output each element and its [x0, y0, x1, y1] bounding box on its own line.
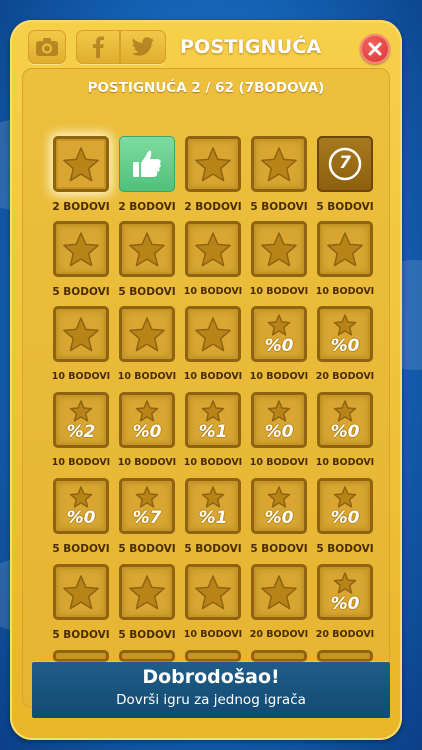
achievement-tile[interactable]: %0 [251, 392, 307, 448]
achievement-tile[interactable] [53, 306, 109, 362]
achievement-tile[interactable]: %2 [53, 392, 109, 448]
achievement-tile[interactable] [119, 564, 175, 620]
achievement-tile[interactable]: %7 [119, 478, 175, 534]
achievement-tile[interactable] [185, 564, 241, 620]
achievement-tile[interactable] [53, 136, 109, 192]
achievement-points-label: 5 BODOVI [118, 629, 176, 641]
achievement-tile[interactable] [185, 221, 241, 277]
achievement-progress: %0 [264, 336, 294, 356]
achievement-progress: %1 [198, 422, 228, 442]
thumbs-up-icon [133, 150, 161, 177]
achievement-progress: %7 [132, 508, 162, 528]
achievement-tile[interactable] [251, 221, 307, 277]
achievement-points-label: 5 BODOVI [316, 543, 374, 555]
achievement-tile[interactable] [251, 564, 307, 620]
achievement-points-label: 5 BODOVI [52, 629, 110, 641]
achievement-tile[interactable]: %1 [185, 392, 241, 448]
star-icon [195, 317, 231, 352]
star-icon [63, 147, 99, 182]
achievement-tile-partial[interactable] [53, 650, 109, 662]
achievement-progress: %0 [330, 336, 360, 356]
achievement-points-label: 10 BODOVI [117, 457, 177, 468]
achievement-progress: %0 [330, 422, 360, 442]
achievement-points-label: 10 BODOVI [183, 457, 243, 468]
achievement-tile[interactable]: %0 [53, 478, 109, 534]
achievement-points-label: 20 BODOVI [315, 371, 375, 382]
achievement-points-label: 5 BODOVI [316, 201, 374, 213]
achievement-progress: %0 [330, 594, 360, 614]
achievement-glyph: 7 [339, 153, 351, 173]
achievement-tile[interactable] [251, 136, 307, 192]
star-icon [129, 317, 165, 352]
achievement-tile[interactable] [119, 221, 175, 277]
star-icon [261, 232, 297, 267]
star-icon [63, 232, 99, 267]
achievement-points-label: 10 BODOVI [51, 371, 111, 382]
banner-subtitle: Dovrši igru za jednog igrača [116, 692, 306, 708]
achievement-points-label: 2 BODOVI [184, 201, 242, 213]
achievement-tile-partial[interactable] [119, 650, 175, 662]
achievement-tile[interactable]: %0 [251, 306, 307, 362]
achievement-tile[interactable] [185, 306, 241, 362]
achievement-progress: %2 [66, 422, 96, 442]
star-icon [195, 575, 231, 610]
achievement-points-label: 10 BODOVI [117, 371, 177, 382]
achievement-points-label: 10 BODOVI [183, 286, 243, 297]
achievement-points-label: 5 BODOVI [250, 201, 308, 213]
achievement-points-label: 10 BODOVI [183, 371, 243, 382]
star-icon [261, 147, 297, 182]
achievement-tile[interactable]: %0 [317, 392, 373, 448]
achievement-tile[interactable] [317, 221, 373, 277]
achievement-points-label: 5 BODOVI [118, 286, 176, 298]
achievement-points-label: 5 BODOVI [52, 286, 110, 298]
achievement-points-label: 10 BODOVI [315, 286, 375, 297]
achievement-points-label: 20 BODOVI [249, 629, 309, 640]
achievement-progress: %0 [132, 422, 162, 442]
banner-title: Dobrodošao! [142, 666, 280, 688]
star-icon [261, 575, 297, 610]
achievement-progress: %0 [264, 422, 294, 442]
achievement-tile[interactable]: %1 [185, 478, 241, 534]
achievement-tile-partial[interactable] [251, 650, 307, 662]
achievements-grid: 2 BODOVI 2 BODOVI 2 BODOVI 5 BODOVI 7 5 BODOV… [0, 0, 422, 750]
achievement-points-label: 2 BODOVI [52, 201, 110, 213]
achievement-points-label: 10 BODOVI [315, 457, 375, 468]
achievement-progress: %1 [198, 508, 228, 528]
achievement-points-label: 10 BODOVI [249, 457, 309, 468]
achievement-tile-partial[interactable] [185, 650, 241, 662]
achievement-points-label: 10 BODOVI [249, 371, 309, 382]
achievement-tile[interactable]: %0 [317, 564, 373, 620]
achievement-points-label: 10 BODOVI [51, 457, 111, 468]
achievement-points-label: 5 BODOVI [184, 543, 242, 555]
achievement-tile[interactable]: %0 [317, 478, 373, 534]
star-icon [129, 575, 165, 610]
achievement-progress: %0 [264, 508, 294, 528]
achievement-progress: %0 [330, 508, 360, 528]
achievement-tile-partial[interactable] [317, 650, 373, 662]
achievement-points-label: 5 BODOVI [250, 543, 308, 555]
achievement-tile[interactable] [53, 221, 109, 277]
achievement-tile[interactable]: %0 [317, 306, 373, 362]
achievement-tile[interactable] [53, 564, 109, 620]
star-icon [129, 232, 165, 267]
achievement-tile[interactable] [119, 306, 175, 362]
achievement-tile[interactable]: 7 [317, 136, 373, 192]
achievement-points-label: 20 BODOVI [315, 629, 375, 640]
star-icon [195, 232, 231, 267]
notification-banner[interactable]: Dobrodošao! Dovrši igru za jednog igrača [32, 662, 390, 718]
achievement-tile[interactable] [119, 136, 175, 192]
achievement-points-label: 10 BODOVI [249, 286, 309, 297]
achievement-progress: %0 [66, 508, 96, 528]
achievement-points-label: 5 BODOVI [52, 543, 110, 555]
achievement-points-label: 2 BODOVI [118, 201, 176, 213]
star-icon [327, 232, 363, 267]
achievement-points-label: 5 BODOVI [118, 543, 176, 555]
achievement-points-label: 10 BODOVI [183, 629, 243, 640]
achievement-tile[interactable]: %0 [119, 392, 175, 448]
achievement-tile[interactable]: %0 [251, 478, 307, 534]
star-icon [63, 575, 99, 610]
star-icon [195, 147, 231, 182]
achievement-tile[interactable] [185, 136, 241, 192]
star-icon [63, 317, 99, 352]
